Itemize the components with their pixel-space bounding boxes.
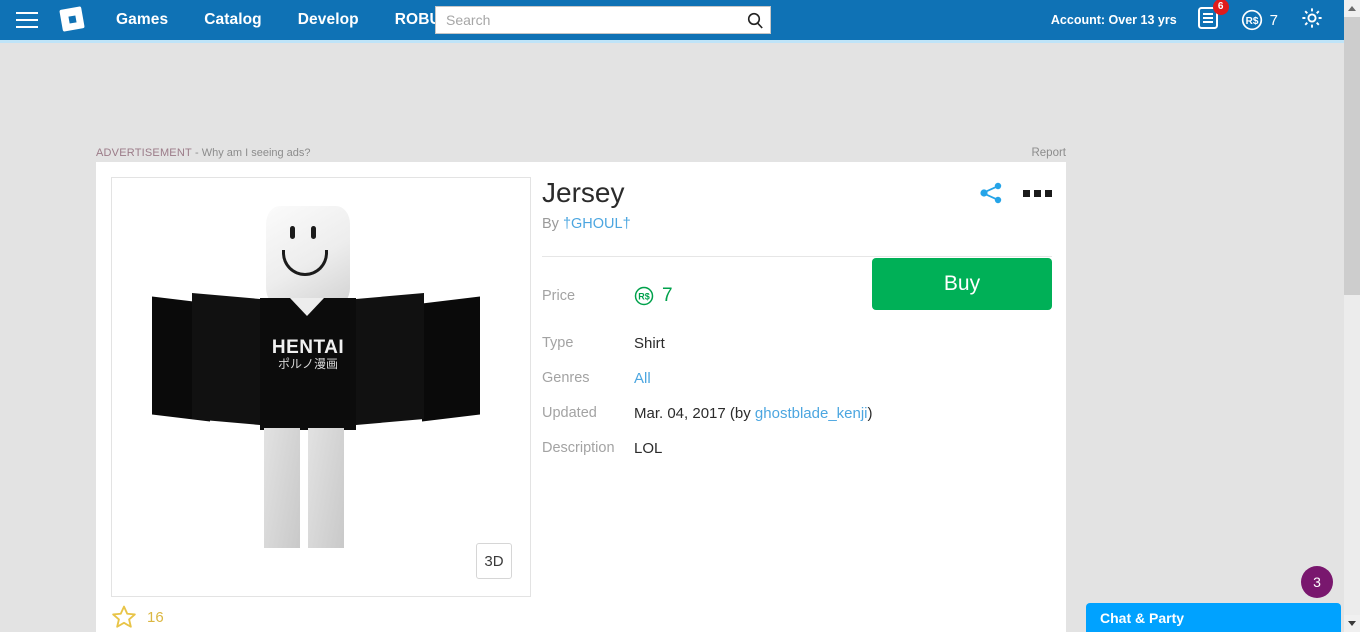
scrollbar-thumb[interactable] — [1344, 17, 1360, 295]
view-3d-button[interactable]: 3D — [476, 543, 512, 579]
avatar-arm-extension-right — [422, 296, 480, 422]
item-details-panel: Jersey By †GHOUL† Price R$ 7 Buy Type Sh… — [542, 176, 1052, 457]
hamburger-menu-icon[interactable] — [16, 12, 38, 28]
navbar-right-group: Account: Over 13 yrs 6 R$ 7 — [1051, 0, 1344, 40]
logo-square-inner — [68, 15, 77, 24]
price-amount: 7 — [662, 284, 673, 306]
scrollbar-track[interactable] — [1344, 295, 1360, 615]
shirt-graphic-text: HENTAI — [271, 337, 345, 358]
avatar-leg-right — [308, 428, 344, 548]
robux-icon: R$ — [634, 286, 654, 305]
item-creator-line: By †GHOUL† — [542, 216, 631, 232]
chat-notification-badge[interactable]: 3 — [1301, 566, 1333, 598]
type-label: Type — [542, 335, 574, 352]
avatar-preview-image: HENTAI ポルノ漫画 — [152, 198, 482, 578]
updated-by-close: ) — [867, 404, 873, 422]
updated-value: Mar. 04, 2017 (by ghostblade_kenji) — [634, 405, 873, 422]
scroll-up-triangle — [1348, 6, 1356, 11]
updated-by-open: (by — [725, 404, 755, 422]
robux-amount: 7 — [1269, 11, 1278, 29]
search-icon[interactable] — [740, 7, 770, 33]
dot — [1023, 189, 1030, 197]
updated-date: Mar. 04, 2017 — [634, 404, 726, 422]
scroll-down-arrow-icon[interactable] — [1344, 615, 1360, 632]
genres-label: Genres — [542, 370, 590, 387]
price-label: Price — [542, 287, 576, 304]
item-thumbnail-frame[interactable]: HENTAI ポルノ漫画 3D — [111, 177, 531, 597]
advertisement-label: ADVERTISEMENT — [96, 146, 192, 159]
by-prefix: By — [542, 215, 563, 232]
dot — [1034, 189, 1041, 197]
share-icon — [980, 182, 1002, 204]
navbar-underline — [0, 40, 1344, 43]
svg-text:R$: R$ — [638, 291, 650, 301]
item-detail-card: HENTAI ポルノ漫画 3D Jersey By †GHOUL† Price … — [96, 162, 1066, 632]
scroll-up-arrow-icon[interactable] — [1344, 0, 1360, 17]
report-ad-link[interactable]: Report — [1031, 147, 1066, 159]
primary-nav-links: Games Catalog Develop ROBUX — [116, 11, 487, 29]
robux-balance[interactable]: R$ 7 — [1241, 9, 1278, 31]
gear-icon[interactable] — [1300, 6, 1324, 35]
search-input[interactable] — [436, 12, 740, 28]
hamburger-line — [16, 12, 38, 14]
details-divider — [542, 255, 1052, 257]
description-row: Description LOL — [542, 440, 1052, 457]
advertisement-bar: ADVERTISEMENT - Why am I seeing ads? Rep… — [96, 144, 1066, 161]
nav-link-games[interactable]: Games — [116, 11, 168, 29]
type-value: Shirt — [634, 334, 665, 352]
robux-icon: R$ — [1241, 9, 1262, 31]
avatar-arm-right — [356, 293, 424, 425]
star-icon — [112, 605, 136, 628]
description-value: LOL — [634, 439, 663, 457]
item-attribute-rows: Type Shirt Genres All Updated Mar. 04, 2… — [542, 335, 1052, 457]
description-label: Description — [542, 440, 615, 457]
item-title-row: Jersey By †GHOUL† — [542, 176, 1052, 232]
advertisement-separator: - — [191, 146, 202, 159]
avatar-leg-left — [264, 428, 300, 548]
avatar-eye-right — [311, 226, 316, 239]
messages-icon[interactable]: 6 — [1195, 0, 1229, 35]
item-action-icons — [979, 182, 1052, 204]
favorites-row[interactable]: 16 — [111, 604, 164, 630]
svg-text:R$: R$ — [1245, 16, 1258, 27]
chat-and-party-label: Chat & Party — [1100, 609, 1185, 626]
item-heading-group: Jersey By †GHOUL† — [542, 176, 631, 232]
avatar-arm-left — [192, 293, 260, 425]
favorites-count: 16 — [147, 608, 164, 626]
why-am-i-seeing-ads-link[interactable]: Why am I seeing ads? — [202, 147, 311, 159]
nav-link-develop[interactable]: Develop — [298, 11, 359, 29]
price-value: R$ 7 — [634, 285, 673, 307]
genre-link-all[interactable]: All — [634, 370, 651, 387]
dot — [1045, 189, 1052, 197]
nav-link-catalog[interactable]: Catalog — [204, 11, 262, 29]
type-row: Type Shirt — [542, 335, 1052, 352]
genres-row: Genres All — [542, 370, 1052, 387]
advertisement-notice: ADVERTISEMENT - Why am I seeing ads? — [96, 147, 311, 159]
top-navigation-bar: Games Catalog Develop ROBUX Account: Ove… — [0, 0, 1344, 40]
chat-and-party-bar[interactable]: Chat & Party — [1086, 603, 1341, 632]
roblox-logo-icon[interactable] — [59, 6, 86, 33]
updated-by-user-link[interactable]: ghostblade_kenji — [755, 405, 868, 422]
buy-button[interactable]: Buy — [872, 258, 1052, 310]
updated-label: Updated — [542, 405, 597, 422]
more-options-icon[interactable] — [1023, 189, 1052, 197]
account-age-label: Account: Over 13 yrs — [1050, 13, 1177, 27]
genres-value: All — [634, 370, 651, 387]
page-scrollbar[interactable] — [1344, 0, 1360, 632]
search-box[interactable] — [435, 6, 771, 34]
item-title: Jersey — [542, 177, 625, 208]
updated-row: Updated Mar. 04, 2017 (by ghostblade_ken… — [542, 405, 1052, 422]
hamburger-line — [16, 26, 38, 28]
creator-link[interactable]: †GHOUL† — [563, 216, 631, 232]
avatar-eye-left — [290, 226, 295, 239]
messages-badge: 6 — [1212, 0, 1229, 15]
shirt-graphic-subtext: ポルノ漫画 — [277, 357, 338, 371]
hamburger-line — [16, 19, 38, 21]
scroll-down-triangle — [1348, 621, 1356, 626]
